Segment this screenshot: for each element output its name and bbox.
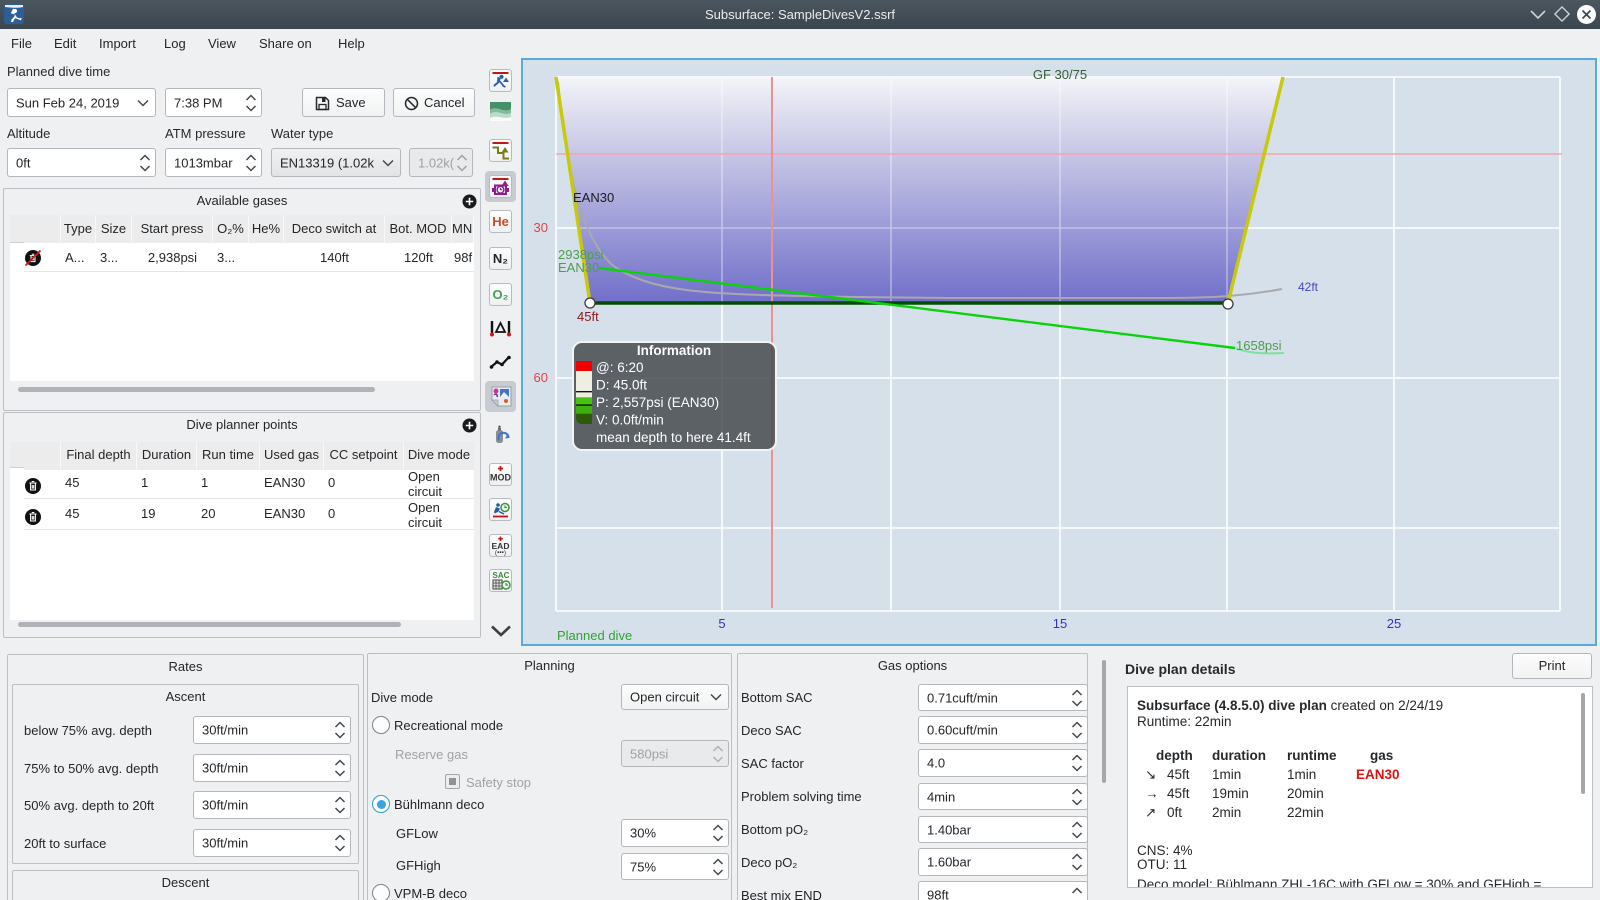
- svg-text:SAC: SAC: [493, 571, 510, 580]
- svg-text:EAN30: EAN30: [558, 260, 599, 275]
- svg-text:P: 2,557psi (EAN30): P: 2,557psi (EAN30): [596, 395, 719, 410]
- svg-text:V: 0.0ft/min: V: 0.0ft/min: [596, 413, 664, 428]
- svg-text:MOD: MOD: [490, 473, 511, 483]
- svg-text:@: 6:20: @: 6:20: [596, 360, 643, 375]
- svg-text:GF 30/75: GF 30/75: [1033, 67, 1087, 82]
- svg-text:25: 25: [1387, 616, 1401, 631]
- svg-text:EAN30: EAN30: [573, 190, 614, 205]
- svg-text:42ft: 42ft: [1298, 280, 1319, 294]
- svg-text:Information: Information: [637, 343, 711, 358]
- svg-text:5: 5: [718, 616, 725, 631]
- svg-text:30: 30: [534, 220, 548, 235]
- svg-text:60: 60: [534, 370, 548, 385]
- svg-text:15: 15: [1053, 616, 1067, 631]
- svg-text:Planned dive: Planned dive: [557, 628, 632, 643]
- svg-text:45ft: 45ft: [577, 309, 599, 324]
- svg-text:D: 45.0ft: D: 45.0ft: [596, 378, 647, 393]
- svg-text:(•••): (•••): [495, 550, 506, 557]
- svg-text:1658psi: 1658psi: [1236, 338, 1282, 353]
- svg-text:mean depth to here 41.4ft: mean depth to here 41.4ft: [596, 430, 751, 445]
